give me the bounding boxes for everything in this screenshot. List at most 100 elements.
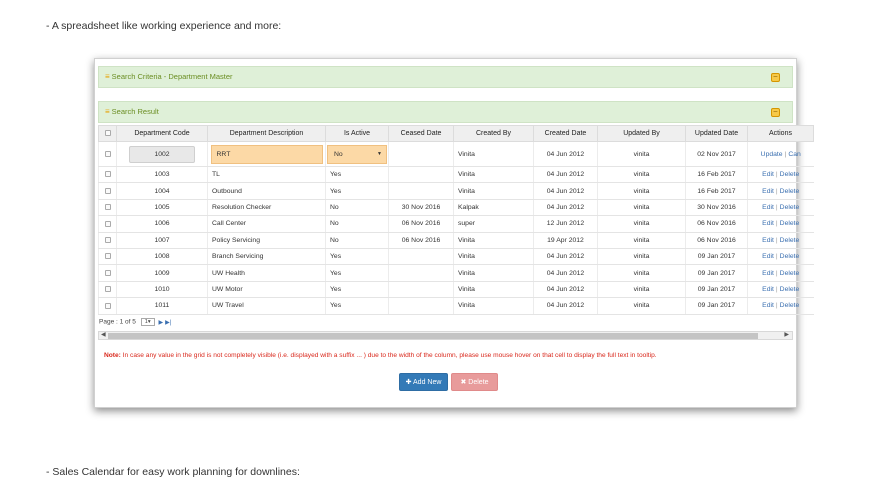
delete-link[interactable]: Delete [780,220,800,227]
updated-by-cell: vinita [597,281,686,299]
table-row-editing[interactable]: 1002 RRT No ▼ Vinita 04 Jun 2012 vinita 0… [98,141,814,167]
updated-date-cell: 09 Jan 2017 [685,297,748,315]
delete-link[interactable]: Delete [780,302,800,309]
created-date-cell: 04 Jun 2012 [533,248,598,266]
created-by-cell: Vinita [453,182,534,200]
pager: Page : 1 of 5 1▾ ▶ ▶| [99,318,171,326]
search-result-panel[interactable]: ≡ Search Result – [98,101,793,123]
delete-button[interactable]: ✖ Delete [451,373,498,391]
is-active-select[interactable]: No ▼ [327,144,387,164]
next-page-icon[interactable]: ▶ [159,320,164,326]
created-date-cell: 04 Jun 2012 [533,166,598,184]
row-checkbox[interactable] [98,199,117,217]
last-page-icon[interactable]: ▶| [165,320,171,326]
updated-by-cell: vinita [597,182,686,200]
ceased-date-cell [388,248,454,266]
code-cell: 1004 [116,182,208,200]
column-header[interactable]: Ceased Date [388,125,454,142]
is-active-cell: Yes [325,166,389,184]
column-header[interactable]: Created By [453,125,534,142]
page-select[interactable]: 1▾ [140,318,155,326]
code-cell: 1008 [116,248,208,266]
search-criteria-panel[interactable]: ≡ Search Criteria - Department Master – [98,66,793,88]
outro-text: - Sales Calendar for easy work planning … [46,466,300,478]
scroll-right-icon[interactable]: ▶ [784,331,789,338]
edit-link[interactable]: Edit [762,270,774,277]
edit-link[interactable]: Edit [762,302,774,309]
delete-link[interactable]: Delete [780,204,800,211]
column-header[interactable]: Department Description [207,125,326,142]
is-active-cell: Yes [325,281,389,299]
table-row[interactable]: 1009 UW Health Yes Vinita 04 Jun 2012 vinita 0… [98,264,814,282]
row-checkbox[interactable] [98,166,117,184]
is-active-cell: No [325,232,389,249]
column-header[interactable]: Updated Date [685,125,748,142]
edit-link[interactable]: Edit [762,188,774,195]
delete-link[interactable]: Delete [780,253,800,260]
scroll-left-icon[interactable]: ◀ [101,331,106,338]
created-by-cell: Kalpak [453,199,534,217]
column-header: Actions [747,125,814,142]
edit-link[interactable]: Edit [762,220,774,227]
row-checkbox[interactable] [98,297,117,315]
update-link[interactable]: Update [761,151,783,158]
row-checkbox[interactable] [98,141,117,167]
horizontal-scrollbar[interactable]: ◀ ▶ [98,331,793,340]
scrollbar-thumb[interactable] [108,333,758,339]
column-header[interactable]: Is Active [325,125,389,142]
updated-by-cell: vinita [597,199,686,217]
description-cell: UW Health [207,264,326,282]
ceased-date-cell[interactable] [388,141,454,167]
department-description-input[interactable]: RRT [210,144,323,164]
is-active-cell: No [325,199,389,217]
table-row[interactable]: 1010 UW Motor Yes Vinita 04 Jun 2012 vinita 09… [98,281,814,299]
ceased-date-cell [388,281,454,299]
edit-link[interactable]: Edit [762,286,774,293]
department-code-field: 1002 [129,145,195,163]
row-checkbox[interactable] [98,248,117,266]
delete-link[interactable]: Delete [780,237,800,244]
delete-link[interactable]: Delete [780,286,800,293]
created-by-cell: Vinita [453,232,534,249]
edit-link[interactable]: Edit [762,204,774,211]
description-cell: TL [207,166,326,184]
row-checkbox[interactable] [98,232,117,249]
table-row[interactable]: 1006 Call Center No 06 Nov 2016 super 12 Jun … [98,215,814,233]
created-by-cell: Vinita [453,248,534,266]
delete-link[interactable]: Delete [780,171,800,178]
table-row[interactable]: 1004 Outbound Yes Vinita 04 Jun 2012 vinita 16… [98,182,814,200]
delete-link[interactable]: Delete [780,270,800,277]
table-row[interactable]: 1003 TL Yes Vinita 04 Jun 2012 vinita 16 Feb 2… [98,166,814,184]
row-checkbox[interactable] [98,215,117,233]
column-header[interactable]: Created Date [533,125,598,142]
select-all-checkbox[interactable] [98,125,117,142]
table-row[interactable]: 1007 Policy Servicing No 06 Nov 2016 Vinita 1… [98,232,814,249]
column-header[interactable]: Updated By [597,125,686,142]
row-checkbox[interactable] [98,264,117,282]
edit-link[interactable]: Edit [762,253,774,260]
table-row[interactable]: 1011 UW Travel Yes Vinita 04 Jun 2012 vinita 0… [98,297,814,315]
actions-cell: Edit | Delete [747,232,814,249]
code-cell: 1011 [116,297,208,315]
updated-date-cell: 06 Nov 2016 [685,232,748,249]
add-new-button[interactable]: ✚ Add New [399,373,448,391]
row-checkbox[interactable] [98,281,117,299]
caret-down-icon: ▼ [377,150,382,157]
column-header[interactable]: Department Code [116,125,208,142]
row-checkbox[interactable] [98,182,117,200]
edit-link[interactable]: Edit [762,171,774,178]
collapse-toggle-icon[interactable]: – [771,73,780,82]
description-cell: Resolution Checker [207,199,326,217]
actions-cell: Edit | Delete [747,281,814,299]
table-row[interactable]: 1008 Branch Servicing Yes Vinita 04 Jun 2012… [98,248,814,266]
updated-by-cell: vinita [597,215,686,233]
cancel-link[interactable]: Can [788,151,800,158]
add-new-label: Add New [413,379,442,386]
updated-date-cell: 16 Feb 2017 [685,166,748,184]
table-row[interactable]: 1005 Resolution Checker No 30 Nov 2016 Kalpa… [98,199,814,217]
collapse-toggle-icon[interactable]: – [771,108,780,117]
edit-link[interactable]: Edit [762,237,774,244]
updated-by-cell: vinita [597,297,686,315]
delete-link[interactable]: Delete [780,188,800,195]
is-active-cell: Yes [325,264,389,282]
